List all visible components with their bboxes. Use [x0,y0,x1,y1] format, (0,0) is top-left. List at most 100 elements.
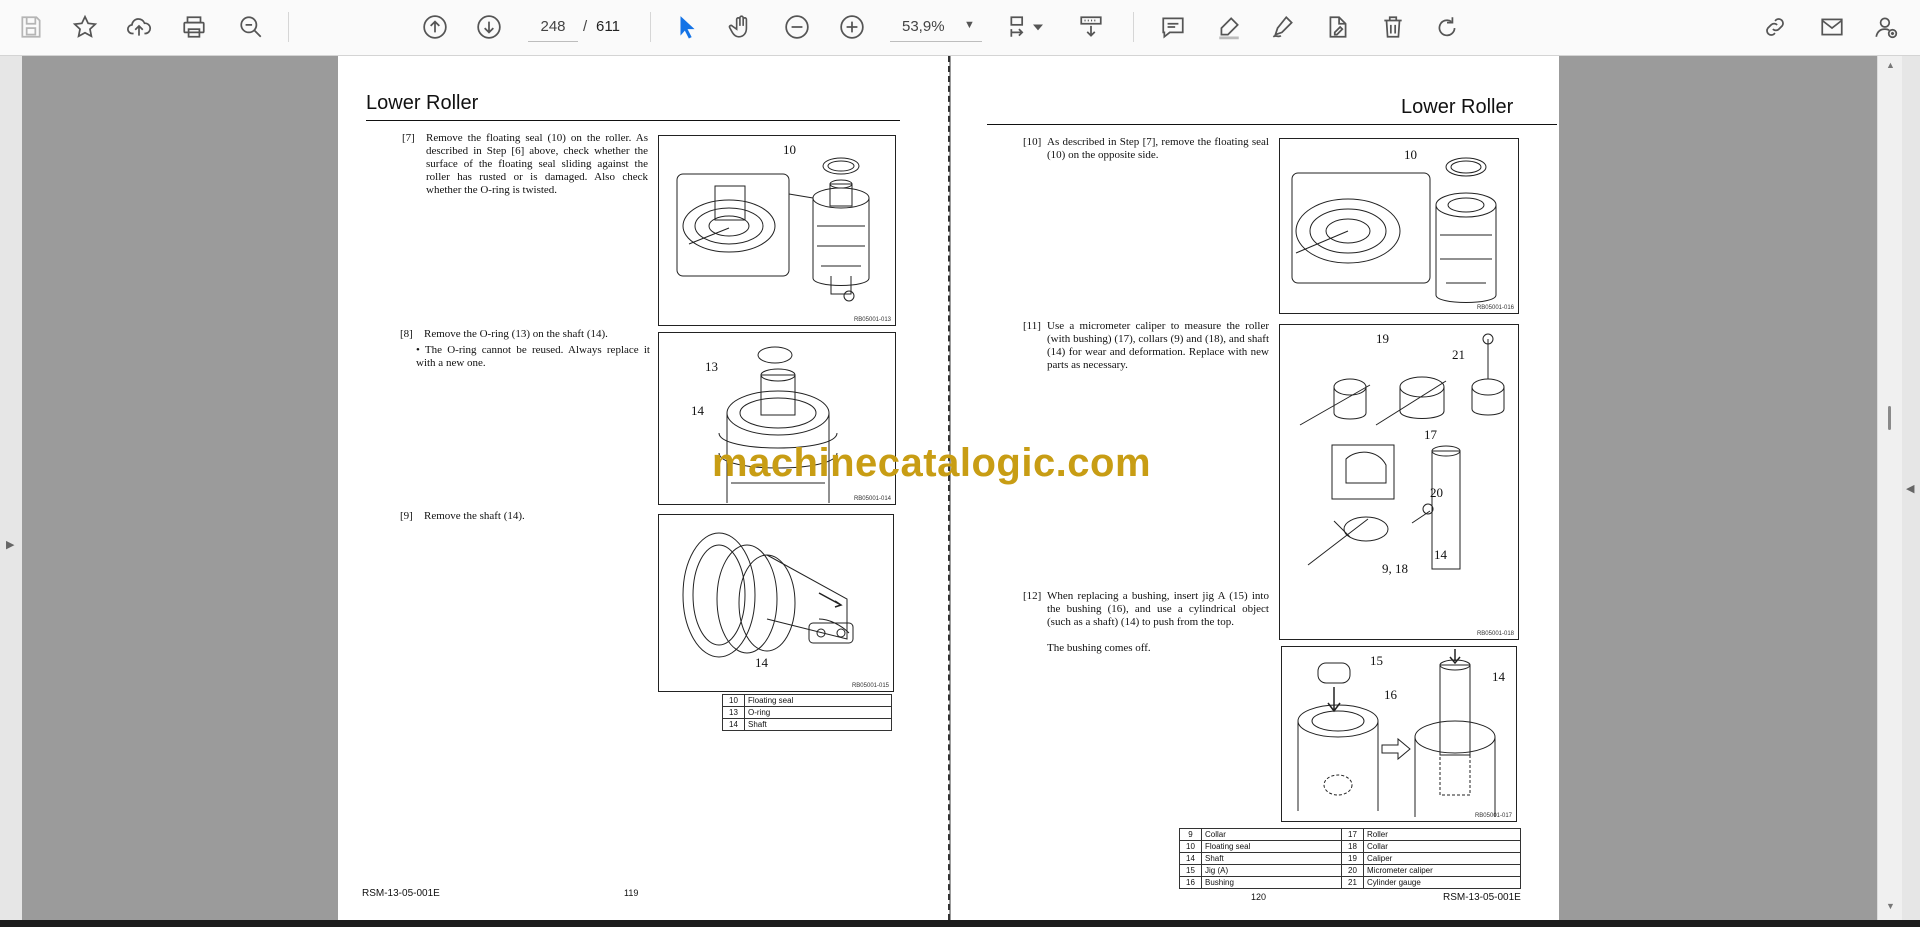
callout: 10 [783,142,796,157]
page-separator: / [583,18,588,35]
toolbar-divider [288,12,289,42]
pdf-page-right: Lower Roller [10] As described in Step [… [951,56,1559,920]
parts-legend-table: 10 Floating seal 13 O-ring 14 Shaft [722,694,892,731]
zoom-search-icon[interactable] [234,10,268,44]
legend-label: Jig (A) [1201,864,1342,877]
toolbar: / 611 53,9% ▼ [0,0,1920,56]
cloud-upload-icon[interactable] [122,10,156,44]
left-panel-toggle[interactable]: ▶ [0,56,22,920]
step-9: [9] Remove the shaft (14). [400,510,652,526]
step-number: [10] [1023,136,1042,148]
toolbar-divider [1133,12,1134,42]
page-divider [948,56,950,920]
bottom-strip [0,920,1920,927]
parts-legend-table: 9 Collar 17 Roller 10 Floating seal 18 Collar … [1179,828,1521,889]
zoom-select[interactable]: 53,9% ▼ [890,12,982,42]
scroll-down-icon[interactable]: ▼ [1886,901,1895,911]
bookmark-star-icon[interactable] [68,10,102,44]
account-icon[interactable] [1869,10,1903,44]
callout: 14 [691,403,704,418]
page-number-input[interactable] [528,12,578,42]
figure-shaft-removal: 14 RB05001-015 [658,514,894,692]
table-row: 14 Shaft 19 Caliper [1179,852,1521,865]
step-text: When replacing a bushing, insert jig A (… [1047,590,1269,628]
pdf-page-left: Lower Roller [7] Remove the floating sea… [338,56,949,920]
page-up-icon[interactable] [418,10,452,44]
edit-doc-icon[interactable] [1321,10,1355,44]
legend-number: 16 [1179,876,1202,889]
step-11: [11] Use a micrometer caliper to measure… [1023,320,1269,376]
header-rule [987,124,1557,125]
callout: 19 [1376,331,1389,346]
step-text: Remove the shaft (14). [424,510,525,522]
scroll-mode-icon[interactable] [1074,10,1108,44]
step-number: [12] [1023,590,1042,602]
footer-page-number: 119 [624,888,639,898]
step-number: [9] [400,510,413,522]
table-row: 10 Floating seal 18 Collar [1179,840,1521,853]
rotate-icon[interactable] [1430,10,1464,44]
step-text: Remove the O-ring (13) on the shaft (14)… [424,328,608,340]
legend-number: 17 [1341,828,1364,841]
sign-icon[interactable] [1266,10,1300,44]
page-down-icon[interactable] [472,10,506,44]
page-header-title: Lower Roller [1401,96,1514,118]
page-total: 611 [596,18,620,35]
step-10: [10] As described in Step [7], remove th… [1023,136,1269,166]
share-link-icon[interactable] [1758,10,1792,44]
legend-label: Floating seal [744,694,892,707]
legend-number: 13 [722,706,745,719]
figure-code: RB05001-018 [1476,631,1514,637]
legend-number: 21 [1341,876,1364,889]
callout: 16 [1384,687,1397,702]
legend-label: Collar [1201,828,1342,841]
chevron-down-icon[interactable] [1028,10,1048,44]
legend-label: Micrometer caliper [1363,864,1521,877]
zoom-in-icon[interactable] [835,10,869,44]
delete-icon[interactable] [1376,10,1410,44]
legend-number: 15 [1179,864,1202,877]
legend-number: 14 [1179,852,1202,865]
email-icon[interactable] [1815,10,1849,44]
legend-number: 9 [1179,828,1202,841]
comment-icon[interactable] [1156,10,1190,44]
callout: 20 [1430,485,1443,500]
legend-number: 10 [722,694,745,707]
step-number: [11] [1023,320,1041,332]
step-note: • The O-ring cannot be reused. Always re… [416,344,650,369]
table-row: 16 Bushing 21 Cylinder gauge [1179,876,1521,889]
scrollbar-thumb[interactable] [1888,406,1891,430]
step-7: [7] Remove the floating seal (10) on the… [402,132,652,212]
watermark-text: machinecatalogic.com [712,441,1152,485]
callout: 14 [1492,669,1505,684]
scroll-up-icon[interactable]: ▲ [1886,60,1895,70]
callout: 21 [1452,347,1465,362]
step-12: [12] When replacing a bushing, insert ji… [1023,590,1269,660]
figure-code: RB05001-015 [851,683,889,689]
legend-label: Collar [1363,840,1521,853]
legend-number: 18 [1341,840,1364,853]
callout: 15 [1370,653,1383,668]
highlight-pen-icon[interactable] [1212,10,1246,44]
right-panel-toggle[interactable]: ◀ [1902,56,1920,920]
step-text: Remove the floating seal (10) on the rol… [426,132,648,196]
select-cursor-icon[interactable] [670,10,704,44]
figure-bushing-removal: 15 16 14 RB05001-017 [1281,646,1517,822]
step-number: [8] [400,328,413,340]
callout: 14 [755,655,768,670]
table-row: 14 Shaft [722,718,892,731]
footer-doc-code: RSM-13-05-001E [362,888,440,899]
table-row: 9 Collar 17 Roller [1179,828,1521,841]
zoom-out-icon[interactable] [780,10,814,44]
legend-label: Floating seal [1201,840,1342,853]
zoom-value: 53,9% [902,18,945,35]
legend-label: Caliper [1363,852,1521,865]
print-icon[interactable] [177,10,211,44]
save-icon[interactable] [14,10,48,44]
legend-label: Bushing [1201,876,1342,889]
figure-code: RB05001-016 [1476,305,1514,311]
step-note: The bushing comes off. [1047,642,1151,654]
hand-tool-icon[interactable] [724,10,758,44]
figure-code: RB05001-013 [853,317,891,323]
vertical-scrollbar[interactable]: ▲ ▼ [1877,56,1902,920]
